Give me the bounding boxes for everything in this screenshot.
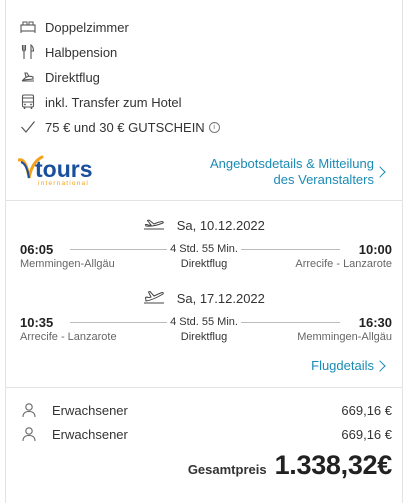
feature-voucher: 75 € und 30 € GUTSCHEIN i: [20, 117, 220, 137]
return-arrival-time: 16:30: [358, 315, 392, 330]
passenger-price: 669,16 €: [341, 402, 392, 418]
bed-icon: [20, 19, 36, 35]
passenger-row: Erwachsener 669,16 €: [20, 424, 392, 444]
outbound-arrival-time: 10:00: [358, 242, 392, 257]
person-icon: [20, 426, 38, 442]
offer-details-link-line2[interactable]: des Veranstalters: [174, 172, 374, 188]
offer-details-link-line1[interactable]: Angebotsdetails & Mitteilung: [174, 156, 374, 172]
feature-voucher-label: 75 € und 30 € GUTSCHEIN: [45, 119, 205, 135]
plane-landing-icon: [143, 290, 165, 307]
chevron-right-icon[interactable]: [374, 166, 386, 178]
feature-board: Halbpension: [20, 42, 117, 62]
offer-details-link[interactable]: Angebotsdetails & Mitteilung des Veranst…: [174, 156, 374, 188]
feature-room-label: Doppelzimmer: [45, 19, 129, 35]
outbound-duration: 4 Std. 55 Min.: [167, 243, 241, 255]
passenger-type: Erwachsener: [52, 402, 128, 418]
plane-takeoff-icon: [143, 218, 165, 233]
flight-details-link[interactable]: Flugdetails: [311, 358, 374, 373]
feature-transfer: inkl. Transfer zum Hotel: [20, 92, 182, 112]
outbound-flight: Sa, 10.12.2022 06:05 Memmingen-Allgäu 4 …: [6, 217, 402, 297]
logo-subtext: international: [38, 180, 89, 187]
feature-room: Doppelzimmer: [20, 17, 129, 37]
bus-icon: [20, 94, 36, 110]
offer-card: Doppelzimmer Halbpension Direktflug inkl…: [5, 0, 403, 503]
return-arrival-place: Memmingen-Allgäu: [297, 331, 392, 343]
operator-logo: tours international: [17, 152, 108, 188]
outbound-date: Sa, 10.12.2022: [176, 218, 265, 234]
cutlery-icon: [20, 44, 36, 60]
total-value: 1.338,32€: [274, 450, 393, 480]
divider: [6, 200, 402, 201]
return-duration: 4 Std. 55 Min.: [167, 316, 241, 328]
passenger-price: 669,16 €: [341, 426, 392, 442]
feature-board-label: Halbpension: [45, 44, 118, 60]
person-icon: [20, 402, 38, 418]
plane-icon: [20, 69, 36, 85]
total-label: Gesamtpreis: [187, 462, 267, 477]
checkmark-icon: [20, 119, 36, 135]
info-icon[interactable]: i: [208, 121, 220, 133]
passenger-type: Erwachsener: [52, 426, 128, 442]
return-date: Sa, 17.12.2022: [176, 291, 265, 307]
logo-text: tours: [35, 156, 93, 182]
outbound-arrival-place: Arrecife - Lanzarote: [295, 258, 392, 270]
divider: [6, 387, 402, 388]
total-price: Gesamtpreis 1.338,32€: [188, 450, 392, 481]
offer-features-section: Doppelzimmer Halbpension Direktflug inkl…: [6, 0, 402, 200]
feature-transfer-label: inkl. Transfer zum Hotel: [45, 94, 182, 110]
passenger-row: Erwachsener 669,16 €: [20, 400, 392, 420]
feature-flight-label: Direktflug: [45, 69, 100, 85]
feature-flight: Direktflug: [20, 67, 100, 87]
